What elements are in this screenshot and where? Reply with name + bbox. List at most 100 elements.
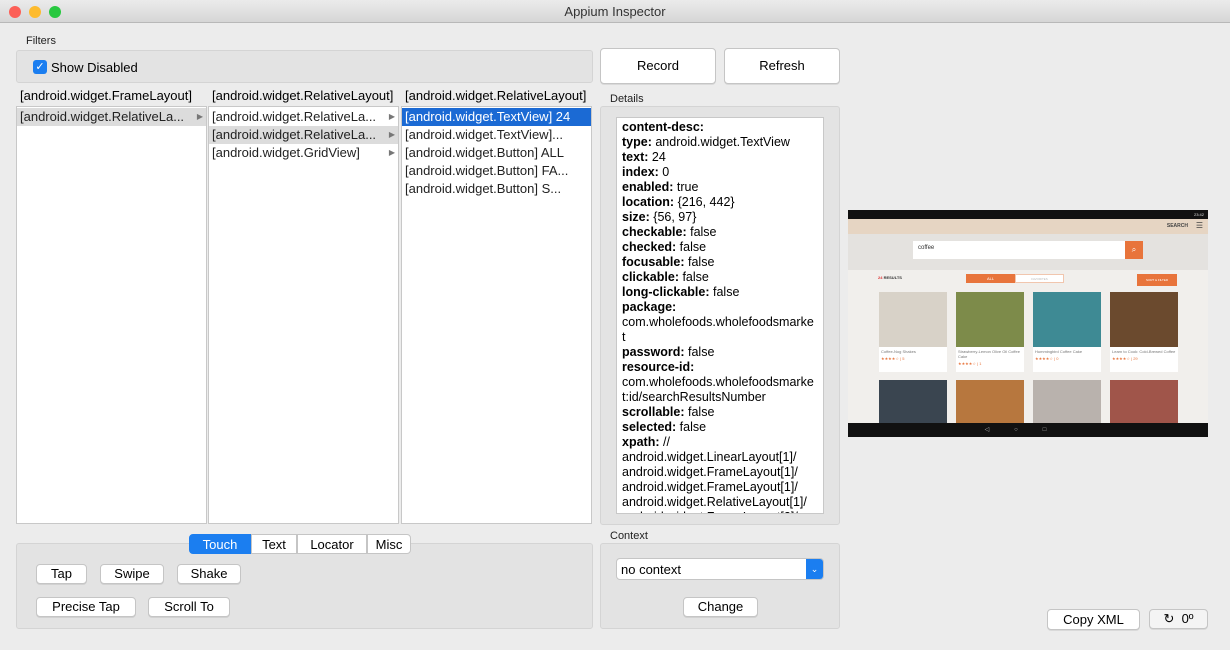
hierarchy-item[interactable]: [android.widget.Button] ALL xyxy=(402,144,591,162)
context-label: Context xyxy=(610,530,648,542)
detail-line: checked: false xyxy=(622,240,818,255)
detail-line: enabled: true xyxy=(622,180,818,195)
device-recipe-card[interactable] xyxy=(956,380,1024,423)
detail-line: android.widget.RelativeLayout[1]/ xyxy=(622,495,818,510)
hierarchy-item[interactable]: [android.widget.GridView] ▶ xyxy=(209,144,398,162)
detail-value: com.wholefoods.wholefoodsmarke xyxy=(622,315,814,329)
detail-key: xpath: xyxy=(622,435,660,449)
device-search-area: coffee ⌕ xyxy=(848,234,1208,270)
title-bar: Appium Inspector xyxy=(0,0,1230,23)
detail-key: enabled: xyxy=(622,180,674,194)
precise-tap-button[interactable]: Precise Tap xyxy=(36,597,136,617)
record-button[interactable]: Record xyxy=(600,48,716,84)
detail-key: selected: xyxy=(622,420,677,434)
device-search-icon[interactable]: ⌕ xyxy=(1125,241,1143,259)
hierarchy-item[interactable]: [android.widget.Button] FA... xyxy=(402,162,591,180)
detail-key: checkable: xyxy=(622,225,687,239)
recipe-image xyxy=(1033,292,1101,347)
device-sort-filter-button[interactable]: SORT & FILTER xyxy=(1137,274,1177,286)
hierarchy-item[interactable]: [android.widget.TextView] 24 xyxy=(402,108,591,126)
device-recipe-card[interactable]: Strawberry-Lemon Olive Oil Coffee Cake ★★… xyxy=(956,292,1024,372)
chevron-right-icon: ▶ xyxy=(196,112,203,121)
detail-key: password: xyxy=(622,345,685,359)
detail-key: index: xyxy=(622,165,659,179)
hierarchy-item-label: [android.widget.Button] ALL xyxy=(405,145,565,160)
detail-value: t xyxy=(622,330,626,344)
device-recipe-card[interactable]: Coffee-Nog Shakes ★★★★☆ | 5 xyxy=(879,292,947,372)
detail-line: t:id/searchResultsNumber xyxy=(622,390,818,405)
detail-key: content-desc: xyxy=(622,120,704,134)
device-results-label: RESULTS xyxy=(883,275,902,280)
device-recipe-card[interactable] xyxy=(879,380,947,423)
recipe-title: Coffee-Nog Shakes xyxy=(881,349,916,354)
rotate-icon: ↻ xyxy=(1163,611,1175,626)
detail-key: focusable: xyxy=(622,255,685,269)
tab-text[interactable]: Text xyxy=(251,534,297,554)
change-context-button[interactable]: Change xyxy=(683,597,758,617)
device-search-input[interactable]: coffee xyxy=(913,241,1125,259)
device-recipe-card[interactable]: Hummingbird Coffee Cake ★★★★☆ | 0 xyxy=(1033,292,1101,372)
shake-button[interactable]: Shake xyxy=(177,564,241,584)
hierarchy-item[interactable]: [android.widget.RelativeLa... ▶ xyxy=(17,108,206,126)
recipe-rating: ★★★★☆ | 1 xyxy=(958,361,982,366)
detail-key: long-clickable: xyxy=(622,285,710,299)
device-recipe-card[interactable] xyxy=(1110,380,1178,423)
detail-value: android.widget.FrameLayout[2]/ xyxy=(622,510,798,513)
tab-locator[interactable]: Locator xyxy=(297,534,367,554)
hierarchy-column: [android.widget.RelativeLa... ▶ [android.w… xyxy=(208,106,399,524)
detail-key: location: xyxy=(622,195,675,209)
chevron-right-icon: ▶ xyxy=(388,148,395,157)
recipe-title: Learn to Cook: Cold-Brewed Coffee xyxy=(1112,349,1176,354)
hierarchy-item[interactable]: [android.widget.RelativeLa... ▶ xyxy=(209,108,398,126)
recipe-rating-count: 29 xyxy=(1133,356,1138,361)
detail-line: com.wholefoods.wholefoodsmarke xyxy=(622,375,818,390)
detail-line: selected: false xyxy=(622,420,818,435)
hierarchy-item[interactable]: [android.widget.RelativeLa... ▶ xyxy=(209,126,398,144)
detail-key: resource-id: xyxy=(622,360,695,374)
recipe-rating-count: 1 xyxy=(979,361,982,366)
detail-key: checked: xyxy=(622,240,677,254)
hierarchy-column: [android.widget.RelativeLa... ▶ xyxy=(16,106,207,524)
hierarchy-item-label: [android.widget.Button] FA... xyxy=(405,163,569,178)
detail-value: {56, 97} xyxy=(649,210,697,224)
device-screenshot[interactable]: 23:42 SEARCH ☰ coffee ⌕ 24 RESULTS ALL F… xyxy=(848,210,1208,437)
detail-value: // xyxy=(659,435,670,449)
hierarchy-item[interactable]: [android.widget.Button] S... xyxy=(402,180,591,198)
detail-line: type: android.widget.TextView xyxy=(622,135,818,150)
zoom-window-button[interactable] xyxy=(49,6,61,18)
show-disabled-label[interactable]: Show Disabled xyxy=(51,60,138,75)
detail-line: android.widget.FrameLayout[1]/ xyxy=(622,480,818,495)
scroll-to-button[interactable]: Scroll To xyxy=(148,597,230,617)
close-window-button[interactable] xyxy=(9,6,21,18)
swipe-button[interactable]: Swipe xyxy=(100,564,164,584)
device-nav-bar: ◁○□ xyxy=(848,423,1208,437)
tab-touch[interactable]: Touch xyxy=(189,534,251,554)
filters-group: ✓ Show Disabled xyxy=(16,50,593,83)
tab-misc[interactable]: Misc xyxy=(367,534,411,554)
minimize-window-button[interactable] xyxy=(29,6,41,18)
detail-value: false xyxy=(684,405,715,419)
filters-label: Filters xyxy=(26,35,56,47)
device-search-value: coffee xyxy=(918,245,935,251)
device-tab-all[interactable]: ALL xyxy=(966,274,1015,283)
hierarchy-item[interactable]: [android.widget.TextView]... xyxy=(402,126,591,144)
rotate-button[interactable]: ↻ 0º xyxy=(1149,609,1208,629)
menu-icon: ☰ xyxy=(1195,221,1203,230)
device-recipe-card[interactable] xyxy=(1033,380,1101,423)
copy-xml-button[interactable]: Copy XML xyxy=(1047,609,1140,630)
recipe-image xyxy=(956,292,1024,347)
context-select[interactable]: no context ⌄ xyxy=(616,558,824,580)
tap-button[interactable]: Tap xyxy=(36,564,87,584)
detail-value: android.widget.FrameLayout[1]/ xyxy=(622,480,798,494)
refresh-button[interactable]: Refresh xyxy=(724,48,840,84)
show-disabled-checkbox[interactable]: ✓ xyxy=(33,60,47,74)
recipe-title: Strawberry-Lemon Olive Oil Coffee Cake xyxy=(958,349,1020,359)
column-header: [android.widget.FrameLayout] xyxy=(20,88,192,103)
chevron-right-icon: ▶ xyxy=(388,130,395,139)
device-recipe-card[interactable]: Learn to Cook: Cold-Brewed Coffee ★★★★☆ |… xyxy=(1110,292,1178,372)
detail-line: index: 0 xyxy=(622,165,818,180)
detail-line: scrollable: false xyxy=(622,405,818,420)
device-tab-favorites[interactable]: FAVORITES xyxy=(1015,274,1064,283)
chevron-right-icon: ▶ xyxy=(388,112,395,121)
hierarchy-column: [android.widget.TextView] 24 [android.wid… xyxy=(401,106,592,524)
